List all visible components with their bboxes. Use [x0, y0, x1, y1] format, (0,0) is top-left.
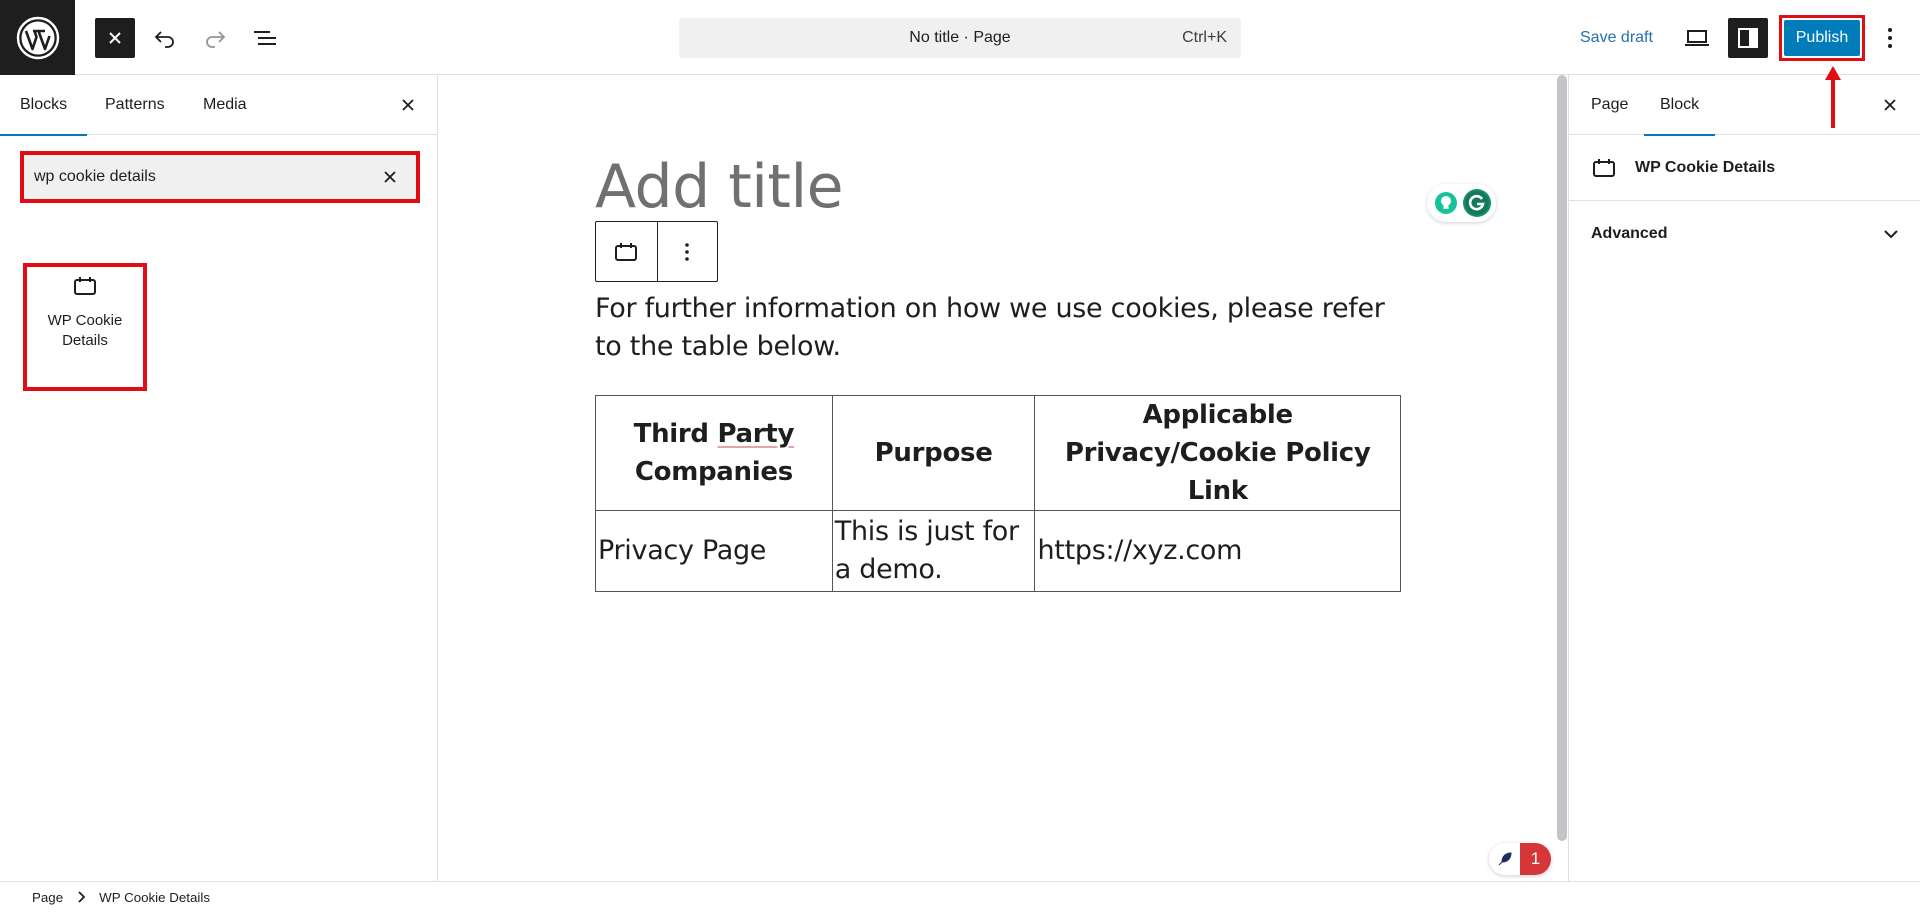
table-cell[interactable]: This is just for a demo. — [831, 510, 1036, 592]
notification-count: 1 — [1520, 843, 1551, 875]
tab-patterns[interactable]: Patterns — [105, 75, 165, 135]
close-settings-button[interactable] — [1870, 85, 1910, 125]
calendar-block-icon — [74, 277, 96, 295]
close-icon — [109, 32, 121, 44]
cookie-details-table: Third Party Companies Purpose Applicable… — [595, 395, 1401, 592]
close-icon — [384, 171, 396, 183]
header-text: Third Party Companies — [633, 419, 795, 487]
intro-paragraph[interactable]: For further information on how we use co… — [595, 290, 1415, 366]
chevron-down-icon — [1884, 230, 1898, 239]
close-inserter-button[interactable] — [95, 18, 135, 58]
sidebar-tabs: Page Block — [1569, 75, 1920, 136]
command-palette-button[interactable]: No title · Page Ctrl+K — [679, 18, 1241, 58]
sidebar-toggle-icon — [1738, 28, 1758, 48]
close-inserter-panel-button[interactable] — [388, 85, 428, 125]
block-card: WP Cookie Details — [1569, 135, 1920, 201]
block-result-label: WP Cookie Details — [47, 312, 123, 349]
more-vertical-icon — [685, 242, 690, 261]
keyboard-shortcut: Ctrl+K — [1182, 29, 1227, 46]
inserter-tabs: Blocks Patterns Media — [0, 75, 437, 136]
lightbulb-icon[interactable] — [1432, 189, 1461, 217]
grammarly-icon[interactable] — [1462, 189, 1491, 217]
tab-page[interactable]: Page — [1591, 75, 1628, 135]
document-overview-button[interactable] — [245, 18, 285, 58]
breadcrumb-page[interactable]: Page — [32, 890, 63, 905]
save-draft-button[interactable]: Save draft — [1572, 18, 1661, 58]
publish-highlight: Publish — [1779, 15, 1865, 61]
canvas-scrollbar[interactable] — [1557, 75, 1567, 841]
settings-toggle-button[interactable] — [1728, 18, 1768, 58]
tab-media[interactable]: Media — [203, 75, 247, 135]
desktop-preview-icon — [1685, 30, 1709, 46]
clear-search-button[interactable] — [370, 157, 410, 197]
advanced-panel-toggle[interactable]: Advanced — [1569, 201, 1920, 267]
breadcrumb: Page WP Cookie Details — [0, 881, 1920, 912]
table-header-policy-link: Applicable Privacy/Cookie Policy Link — [1034, 395, 1401, 511]
publish-button[interactable]: Publish — [1784, 20, 1860, 56]
feather-icon — [1489, 843, 1520, 875]
block-card-title: WP Cookie Details — [1635, 158, 1776, 176]
tab-blocks[interactable]: Blocks — [0, 75, 88, 136]
undo-icon — [154, 31, 174, 48]
preview-button[interactable] — [1677, 18, 1717, 58]
block-options-button[interactable] — [656, 222, 718, 281]
calendar-block-icon — [615, 242, 638, 261]
undo-button[interactable] — [145, 18, 185, 58]
close-icon — [402, 99, 414, 111]
chevron-right-icon — [77, 891, 86, 903]
wordpress-logo-button[interactable] — [0, 0, 75, 75]
advanced-panel-label: Advanced — [1591, 225, 1668, 242]
redo-icon — [206, 31, 226, 48]
list-view-icon — [254, 31, 276, 45]
options-button[interactable] — [1870, 18, 1910, 58]
more-vertical-icon — [1888, 28, 1892, 48]
block-inserter-panel: Blocks Patterns Media WP Cookie Details — [0, 75, 438, 881]
table-header-purpose: Purpose — [831, 395, 1036, 511]
document-title-label: No title · Page — [909, 29, 1011, 46]
annotation-arrow-icon — [1825, 66, 1841, 128]
tab-block[interactable]: Block — [1644, 75, 1716, 136]
block-search-input[interactable] — [34, 155, 364, 199]
wordpress-icon — [16, 16, 59, 59]
block-type-button[interactable] — [596, 222, 657, 281]
notification-badge[interactable]: 1 — [1489, 843, 1551, 875]
table-row: Privacy Page This is just for a demo. ht… — [595, 510, 1401, 592]
close-icon — [1884, 99, 1896, 111]
calendar-block-icon — [1593, 158, 1615, 177]
breadcrumb-block[interactable]: WP Cookie Details — [99, 890, 210, 905]
table-cell[interactable]: Privacy Page — [595, 510, 833, 592]
table-cell[interactable]: https://xyz.com — [1034, 510, 1401, 592]
editor-header: No title · Page Ctrl+K Save draft Publis… — [0, 0, 1920, 75]
settings-sidebar: Page Block WP Cookie Details Advanced — [1568, 75, 1920, 881]
redo-button[interactable] — [195, 18, 235, 58]
table-header-row: Third Party Companies Purpose Applicable… — [595, 395, 1401, 511]
table-header-third-party: Third Party Companies — [595, 395, 833, 511]
post-title-placeholder[interactable]: Add title — [595, 152, 844, 222]
block-search-highlight — [20, 151, 420, 203]
block-result-wp-cookie-details[interactable]: WP Cookie Details — [23, 263, 147, 391]
block-toolbar — [595, 221, 718, 282]
grammarly-widget[interactable] — [1427, 184, 1496, 222]
